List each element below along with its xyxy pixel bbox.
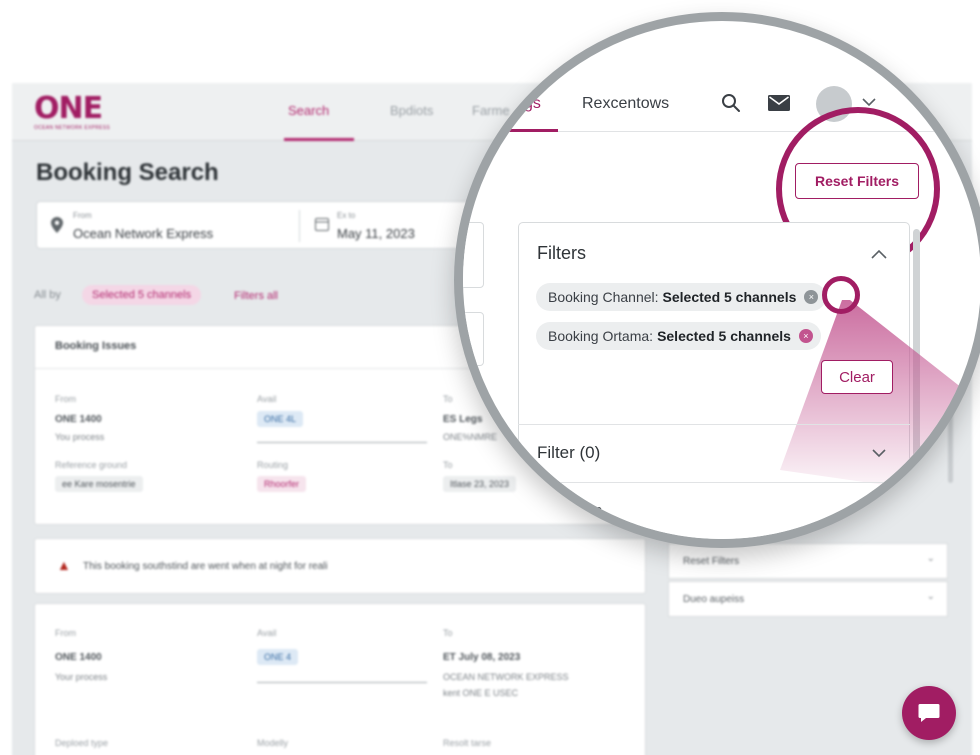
filter-chip-booking-ortama[interactable]: Booking Ortama: Selected 5 channels × <box>536 322 821 350</box>
chevron-down-icon[interactable] <box>862 97 876 107</box>
side-row-label: Dueo aupeiss <box>683 594 745 605</box>
filter-count-row[interactable]: Filter (0) <box>537 443 600 463</box>
field-2-label: Modelly <box>257 738 289 748</box>
route-arrow <box>257 682 427 683</box>
avail-badge: ONE 4 <box>257 649 299 665</box>
chip-label: Booking Channel: <box>548 289 659 305</box>
avail-label: Avail <box>257 628 277 638</box>
route-arrow <box>257 442 427 443</box>
extra1-label: Reference ground <box>55 460 128 470</box>
chip-value: Selected 5 channels <box>662 289 797 305</box>
chevron-down-icon[interactable] <box>872 448 886 458</box>
to-value: ET July 08, 2023 <box>443 652 521 663</box>
chevron-down-icon: ⌄ <box>926 591 935 602</box>
search-icon[interactable] <box>721 93 741 113</box>
filter-chip-booking-channel[interactable]: Booking Channel: Selected 5 channels × <box>536 283 827 311</box>
chat-button[interactable] <box>902 686 956 740</box>
booking-card-2[interactable]: From ONE 1400 Your process Avail ONE 4 T… <box>34 603 646 755</box>
card-title: Booking Issues <box>55 340 137 352</box>
active-tab-indicator <box>500 129 558 132</box>
to-sub-2: kent ONE E USEC <box>443 688 519 698</box>
chip-label: Booking Ortama: <box>548 328 654 344</box>
search-divider <box>299 210 300 242</box>
extra2-badge: Rhoorfer <box>257 476 307 492</box>
side-row-2[interactable]: Dueo aupeiss ⌄ <box>668 581 948 617</box>
to-label: To <box>443 628 453 638</box>
nav-tab-2[interactable]: Bpdiots <box>390 103 433 118</box>
mail-icon[interactable] <box>768 95 790 111</box>
chip-remove-icon[interactable]: × <box>804 290 819 304</box>
avail-badge: ONE 4L <box>257 411 304 427</box>
chevron-down-icon: ⌄ <box>926 553 935 564</box>
tab-rexcentows[interactable]: Rexcentows <box>582 95 669 113</box>
channel-filter-chip[interactable]: Selected 5 channels <box>82 285 202 305</box>
to-sub: OCEAN NETWORK EXPRESS <box>443 672 569 682</box>
side-row-label: Reset Filters <box>683 556 740 567</box>
highlight-ring-remove <box>822 276 860 314</box>
to-label: Ex to <box>337 211 356 220</box>
magnifier-lens: gs Rexcentows Reset Filters Filters Book… <box>454 12 980 548</box>
warning-icon: ▲ <box>57 557 71 573</box>
chip-remove-icon[interactable]: × <box>798 329 813 343</box>
clear-button[interactable]: Clear <box>821 360 893 394</box>
avail-label: Avail <box>257 394 277 404</box>
from-value: ONE 1400 <box>55 414 102 425</box>
from-label: From <box>55 628 76 638</box>
from-label: From <box>73 211 92 220</box>
tab-bookings[interactable]: gs <box>524 95 541 113</box>
calendar-icon <box>315 218 329 231</box>
extra2-label: Routing <box>257 460 289 470</box>
from-sub: Your process <box>55 672 108 682</box>
page-title: Booking Search <box>36 159 219 186</box>
field-3-label: Resolt tarse <box>443 738 492 748</box>
brand-logo[interactable]: ONE <box>34 91 103 126</box>
from-sub: You process <box>55 432 105 442</box>
row-divider <box>518 424 910 425</box>
filters-all-link[interactable]: Filters all <box>234 290 278 302</box>
side-row-reset-filters[interactable]: Reset Filters ⌄ <box>668 543 948 579</box>
search-field-partial[interactable] <box>463 222 484 288</box>
filter-bar-prefix: All by <box>34 289 61 301</box>
alert-text: This booking southstind are went when at… <box>83 561 328 572</box>
brand-logo-subtitle: OCEAN NETWORK EXPRESS <box>34 125 111 131</box>
to-label: To <box>443 394 453 404</box>
to-value[interactable]: May 11, 2023 <box>337 226 415 241</box>
extra1-chip[interactable]: ee Kare mosentrie <box>55 476 143 492</box>
chip-value: Selected 5 channels <box>657 328 791 344</box>
active-tab-indicator <box>284 138 354 141</box>
chevron-up-icon[interactable] <box>871 249 887 259</box>
chat-icon <box>918 704 940 722</box>
filters-panel-title: Filters <box>537 243 586 263</box>
reset-filters-row[interactable]: et Filters <box>537 501 602 521</box>
location-pin-icon <box>51 217 63 233</box>
nav-tab-search[interactable]: Search <box>288 103 329 118</box>
from-value: ONE 1400 <box>55 652 102 663</box>
field-1-label: Deploed type <box>55 738 109 748</box>
booking-search-box[interactable]: From Ocean Network Express Ex to May 11,… <box>36 201 478 249</box>
from-value[interactable]: Ocean Network Express <box>73 226 213 241</box>
extra3-label: To <box>443 460 453 470</box>
from-label: From <box>55 394 76 404</box>
row-divider <box>518 482 910 483</box>
booking-alert: ▲ This booking southstind are went when … <box>34 538 646 594</box>
